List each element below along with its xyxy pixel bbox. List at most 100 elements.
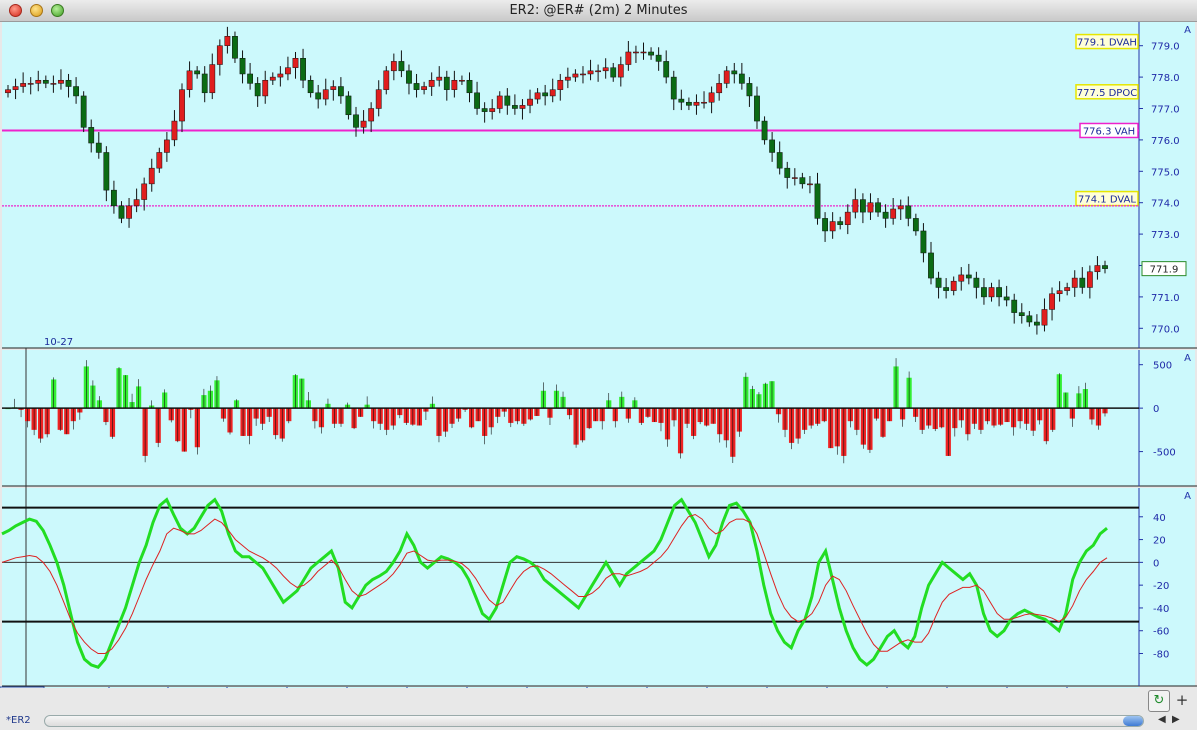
candle <box>799 177 806 185</box>
horizontal-scrollbar[interactable] <box>44 715 1144 727</box>
window-titlebar: ER2: @ER# (2m) 2 Minutes <box>0 0 1197 22</box>
osc-tick-label: -80 <box>1153 650 1169 661</box>
candle <box>201 73 208 94</box>
price-tick-label: 778.0 <box>1151 73 1180 84</box>
candle <box>1049 293 1055 310</box>
candle <box>118 205 125 219</box>
candle <box>443 76 450 90</box>
candle <box>148 167 155 185</box>
candle <box>12 86 19 90</box>
candle <box>80 95 87 128</box>
candle <box>708 92 715 103</box>
candle <box>511 105 518 109</box>
candle <box>126 205 132 219</box>
candle <box>58 79 64 84</box>
candle <box>1003 296 1010 301</box>
candle <box>897 205 904 210</box>
candle <box>912 218 919 232</box>
plus-icon[interactable]: + <box>1172 690 1192 710</box>
candle <box>65 79 72 87</box>
scrollbar-thumb[interactable] <box>1123 716 1143 726</box>
chart-tab-er2[interactable]: *ER2 <box>6 715 31 726</box>
candle <box>542 92 549 97</box>
price-tick-label: 773.0 <box>1151 230 1180 241</box>
window-title: ER2: @ER# (2m) 2 Minutes <box>509 3 688 18</box>
candle <box>451 79 458 90</box>
candle <box>610 67 617 78</box>
price-panel-axis-badge: A <box>1184 25 1191 36</box>
status-bar: ↻ + *ER2 ◀ ▶ <box>0 688 1197 730</box>
candle <box>163 139 170 153</box>
candle <box>254 83 261 97</box>
candle <box>1064 287 1071 291</box>
osc-tick-label: 20 <box>1153 536 1166 547</box>
candle <box>837 221 844 225</box>
candle <box>269 76 276 81</box>
candle <box>890 208 897 219</box>
candle <box>383 70 390 90</box>
candle <box>292 58 299 68</box>
candle <box>534 92 541 100</box>
candle <box>330 86 337 90</box>
candle <box>1041 309 1048 326</box>
candle <box>572 73 579 78</box>
refresh-icon[interactable]: ↻ <box>1148 690 1170 712</box>
chart-area[interactable]: A A A 779.0 778.0 777.0 776.0 775.0 774.0 773.0 77… <box>0 22 1197 688</box>
candle <box>519 105 526 109</box>
candle <box>716 83 723 94</box>
price-tick-label: 779.0 <box>1151 42 1180 53</box>
candle <box>95 142 102 153</box>
candle <box>504 95 511 106</box>
candle <box>625 51 632 65</box>
candle <box>746 83 753 97</box>
candle <box>678 98 685 103</box>
candle <box>965 274 972 279</box>
candle <box>1094 265 1101 273</box>
candle <box>35 79 42 84</box>
candle <box>905 205 912 219</box>
candle <box>860 199 866 213</box>
candle <box>232 36 238 59</box>
candle <box>633 51 639 54</box>
candle <box>701 101 707 104</box>
candle <box>42 79 49 84</box>
candle <box>723 70 730 84</box>
candle <box>1056 290 1063 295</box>
last-price-label: 771.9 <box>1150 265 1179 276</box>
osc-tick-label: -60 <box>1153 627 1169 638</box>
candle <box>1018 312 1025 316</box>
candle <box>194 70 201 75</box>
candle <box>595 70 602 73</box>
candle <box>20 83 27 87</box>
candle <box>769 139 776 153</box>
volume-tick-label: 500 <box>1153 361 1172 372</box>
candle <box>829 221 836 232</box>
candle <box>73 86 79 97</box>
candle <box>655 54 662 62</box>
osc-tick-label: 40 <box>1153 513 1166 524</box>
candle <box>1102 265 1108 269</box>
candle <box>428 79 435 87</box>
candle <box>277 73 284 78</box>
candle <box>390 61 397 72</box>
scroll-right-icon[interactable]: ▶ <box>1172 714 1180 725</box>
candle <box>103 152 110 191</box>
volume-tick-label: 0 <box>1153 404 1159 415</box>
candle <box>973 277 980 288</box>
scroll-left-icon[interactable]: ◀ <box>1158 714 1166 725</box>
candle <box>224 36 231 46</box>
candle <box>602 67 609 72</box>
candle <box>776 152 783 169</box>
candle <box>459 79 465 82</box>
candle <box>663 61 670 78</box>
candle <box>685 101 692 106</box>
candle <box>920 230 927 254</box>
candle <box>754 95 760 122</box>
candle <box>807 183 813 186</box>
candle <box>1026 315 1033 323</box>
candle <box>413 83 420 90</box>
level-label: 777.5 DPOC <box>1077 88 1137 99</box>
candle <box>360 120 367 128</box>
candle <box>1079 277 1086 288</box>
candle <box>844 211 851 225</box>
